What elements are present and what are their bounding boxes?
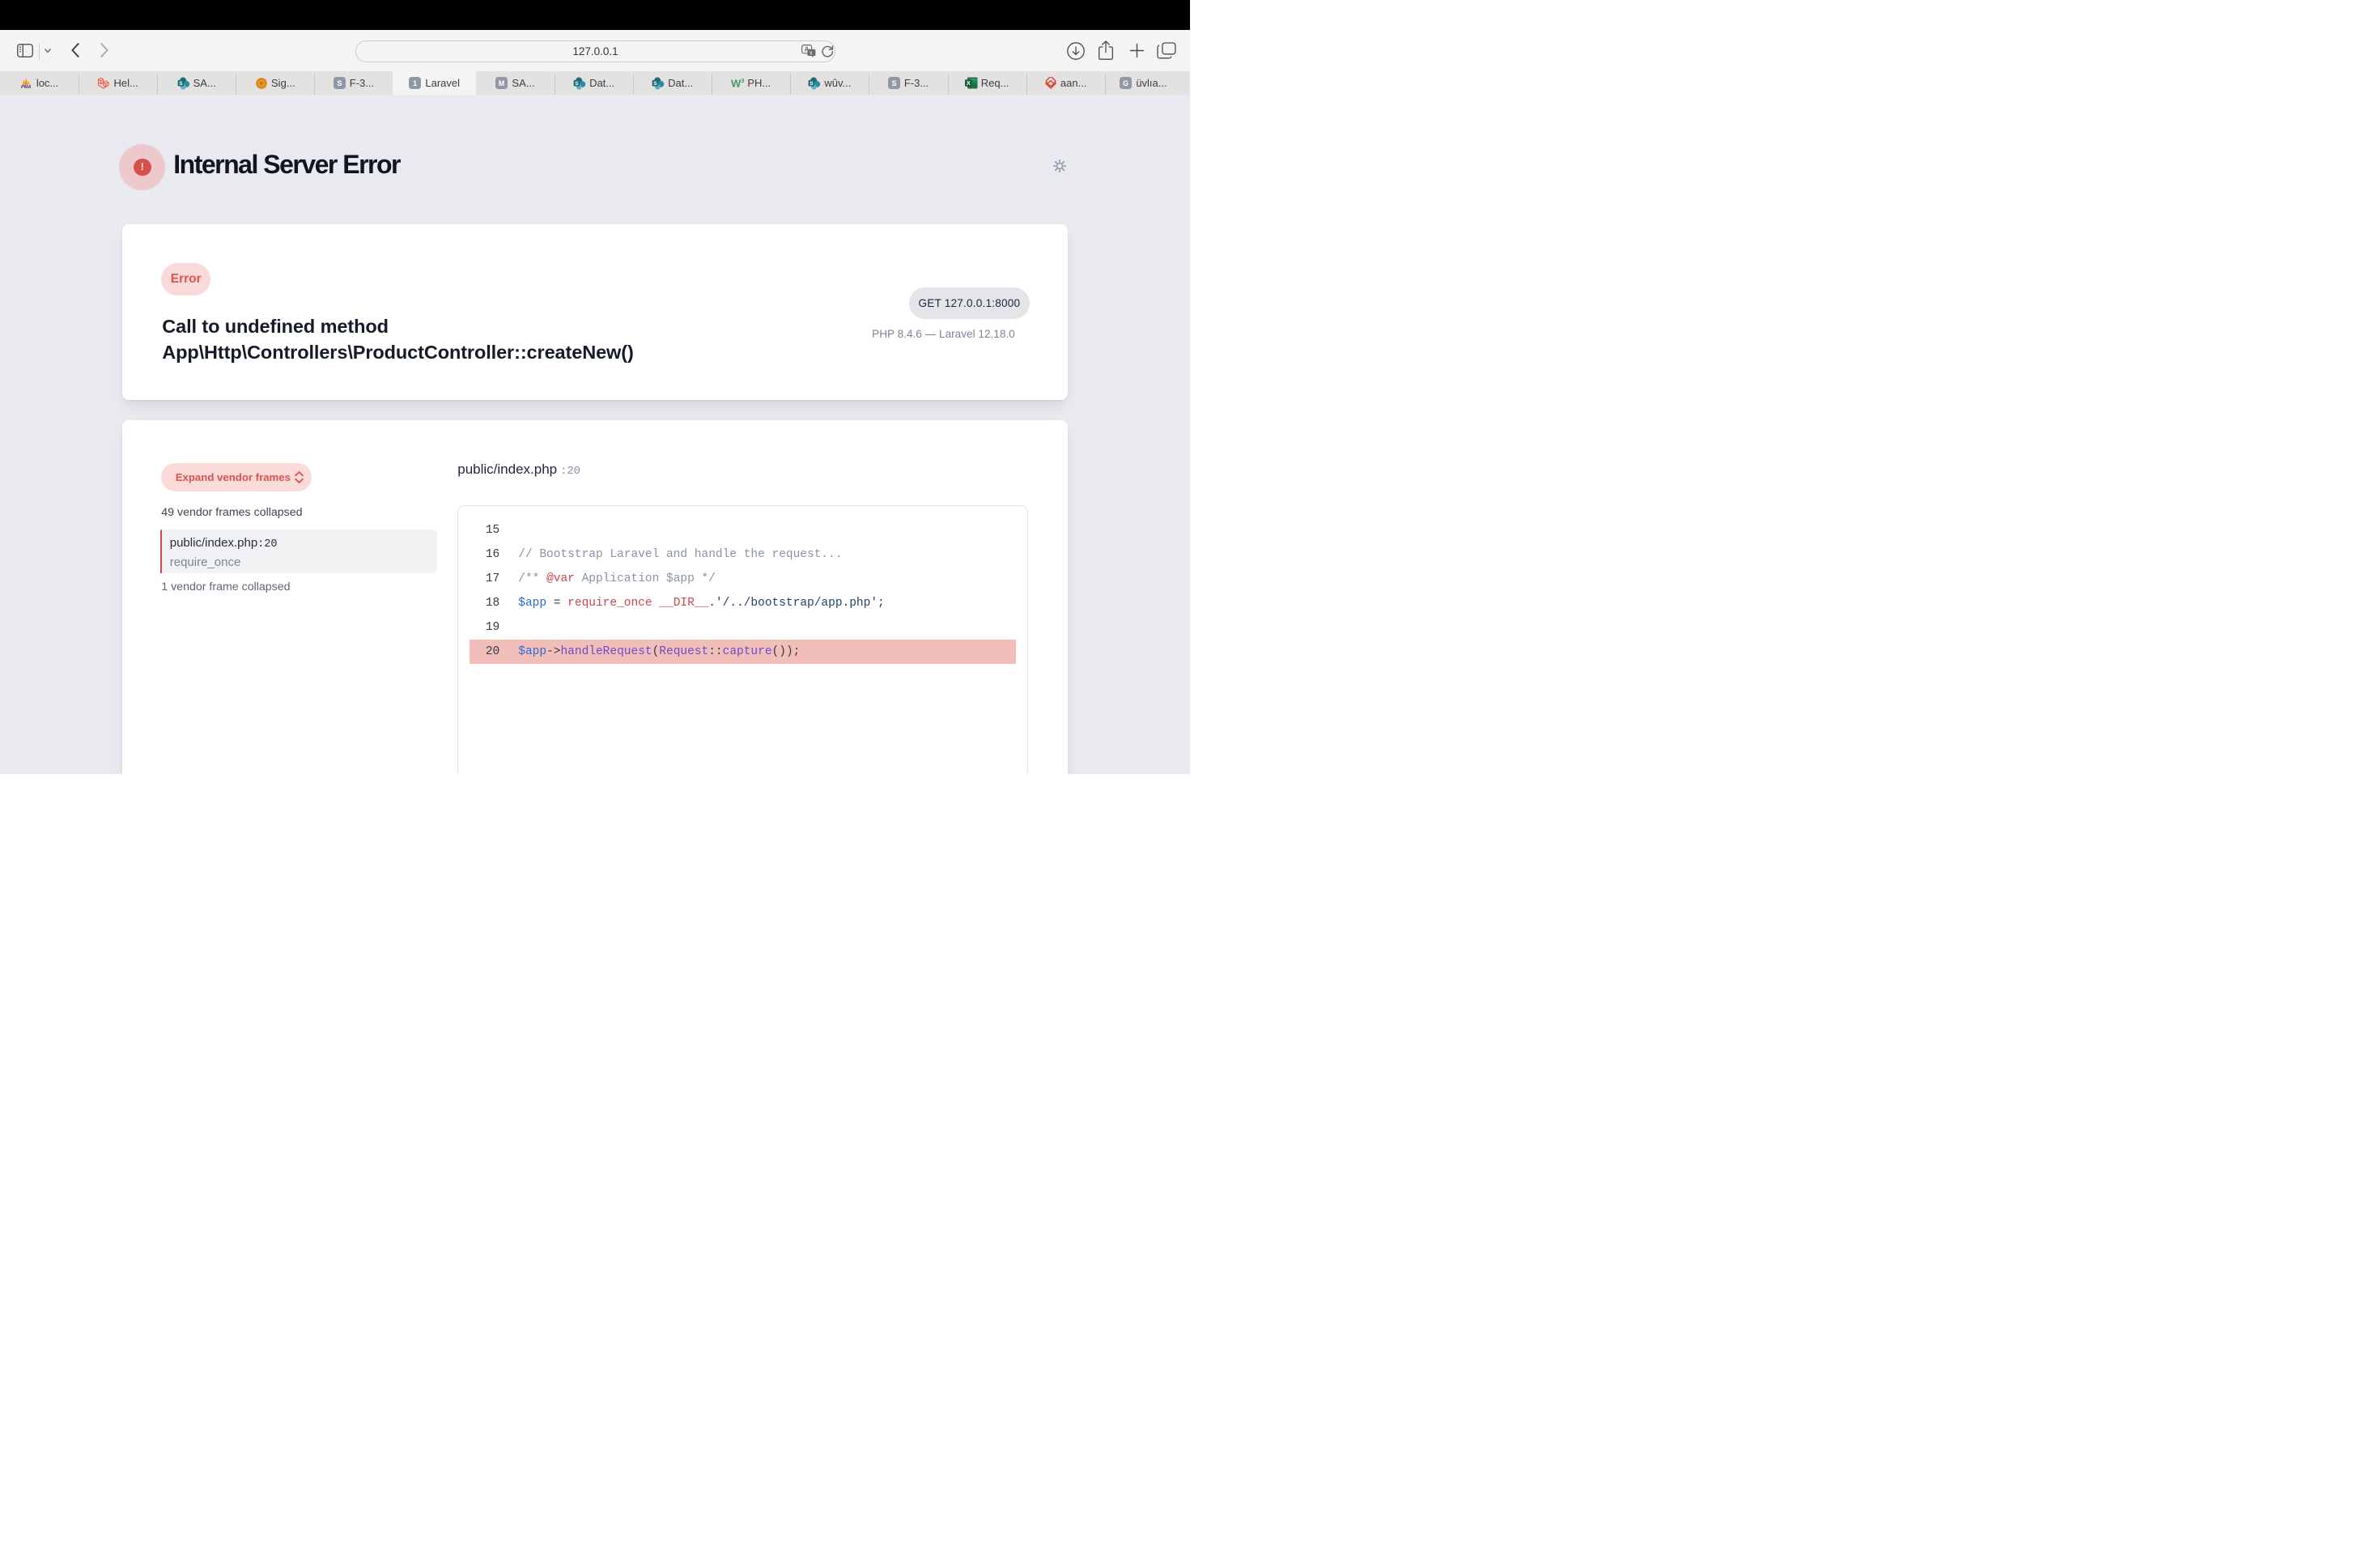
svg-text:G: G [1123,79,1128,87]
svg-text:S: S [337,79,342,87]
svg-text:X: X [967,79,971,87]
svg-text:1: 1 [413,79,417,87]
svg-text:S: S [891,79,896,87]
svg-text:M: M [499,79,505,87]
svg-text:S: S [653,81,657,87]
svg-text:S: S [179,81,183,87]
svg-text:3: 3 [742,77,745,84]
svg-text:S: S [575,81,579,87]
svg-text:PMA: PMA [21,85,31,89]
svg-text:W: W [731,78,742,90]
svg-text:x: x [810,50,813,56]
svg-text:S: S [810,81,814,87]
